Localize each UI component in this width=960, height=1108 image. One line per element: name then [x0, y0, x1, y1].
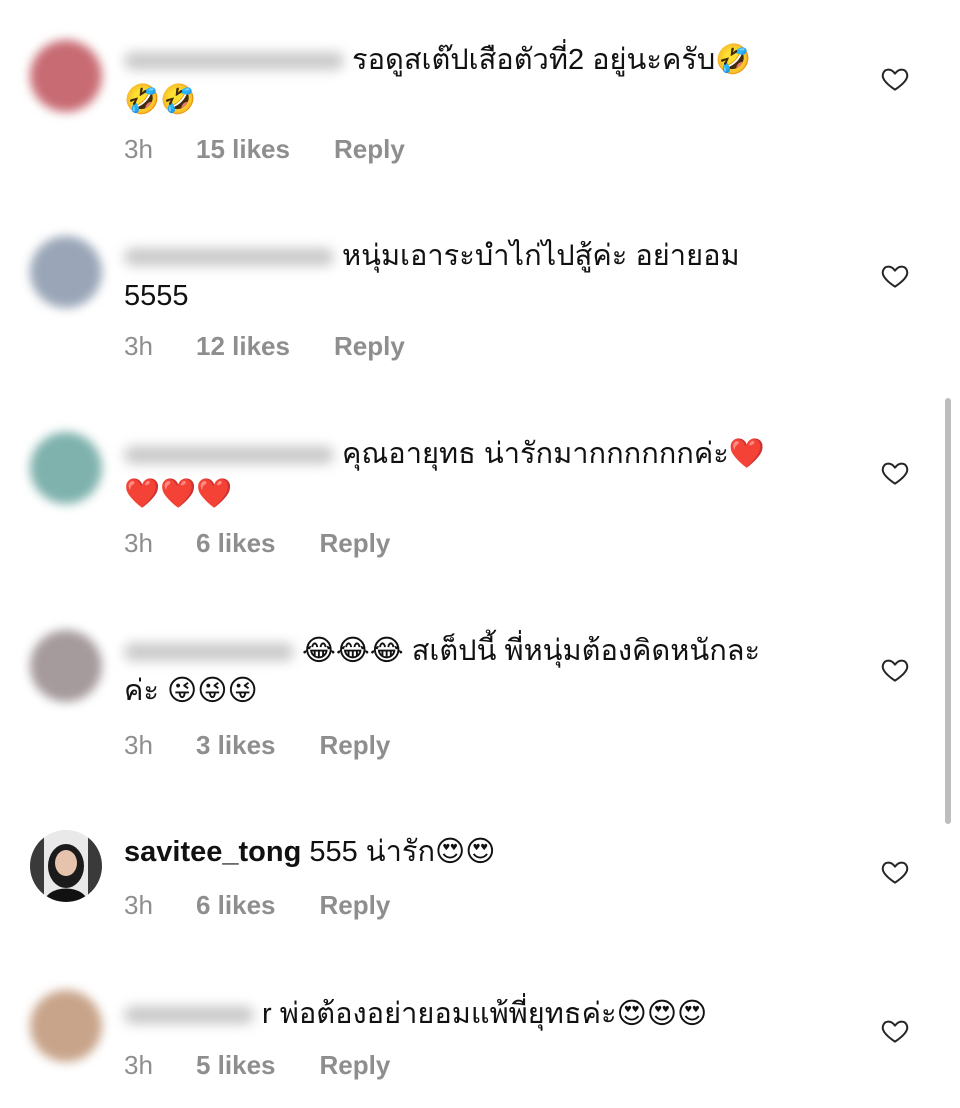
comment-likes[interactable]: 6 likes — [196, 890, 276, 921]
comment-time: 3h — [124, 528, 153, 558]
avatar[interactable] — [30, 236, 102, 308]
comment-text-continued: ค่ะ 😜😜😜 — [124, 675, 258, 707]
heart-outline-icon[interactable] — [880, 261, 910, 291]
username[interactable]: savitee_tong — [124, 836, 301, 868]
comment-meta: 3h 6 likes Reply — [124, 528, 390, 559]
comment-time: 3h — [124, 730, 153, 760]
username-blurred[interactable] — [124, 1006, 254, 1025]
comment-time: 3h — [124, 134, 153, 164]
comment-meta: 3h 15 likes Reply — [124, 134, 405, 165]
scrollbar[interactable] — [945, 398, 951, 824]
avatar[interactable] — [30, 990, 102, 1062]
heart-outline-icon[interactable] — [880, 857, 910, 887]
avatar[interactable] — [30, 40, 102, 112]
reply-button[interactable]: Reply — [320, 1050, 391, 1081]
username-blurred[interactable] — [124, 52, 344, 71]
comment-likes[interactable]: 5 likes — [196, 1050, 276, 1081]
comment-text: หนุ่มเอาระบำไก่ไปสู้ค่ะ อย่ายอม — [342, 240, 740, 272]
reply-button[interactable]: Reply — [334, 331, 405, 362]
comment-time: 3h — [124, 890, 153, 920]
heart-outline-icon[interactable] — [880, 458, 910, 488]
comment-body: หนุ่มเอาระบำไก่ไปสู้ค่ะ อย่ายอม 5555 — [124, 236, 814, 316]
comment-text: 555 น่ารัก😍😍 — [309, 836, 496, 868]
comment-time: 3h — [124, 331, 153, 361]
comment-meta: 3h 6 likes Reply — [124, 890, 390, 921]
comment-likes[interactable]: 15 likes — [196, 134, 290, 165]
avatar[interactable] — [30, 830, 102, 902]
comment-time: 3h — [124, 1050, 153, 1080]
comment-likes[interactable]: 12 likes — [196, 331, 290, 362]
avatar[interactable] — [30, 630, 102, 702]
reply-button[interactable]: Reply — [320, 890, 391, 921]
comment-body: r พ่อต้องอย่ายอมแพ้พี่ยุทธค่ะ😍😍😍 — [124, 994, 814, 1034]
comment-text-continued: ❤️❤️❤️ — [124, 478, 233, 510]
comment-body: รอดูสเต๊ปเสือตัวที่2 อยู่นะครับ🤣 🤣🤣 — [124, 40, 814, 120]
comment-meta: 3h 12 likes Reply — [124, 331, 405, 362]
comment-likes[interactable]: 3 likes — [196, 730, 276, 761]
comment-text-continued: 🤣🤣 — [124, 84, 197, 116]
comment-text: คุณอายุทธ น่ารักมากกกกกกค่ะ❤️ — [342, 438, 765, 470]
comment-likes[interactable]: 6 likes — [196, 528, 276, 559]
comment-body: คุณอายุทธ น่ารักมากกกกกกค่ะ❤️ ❤️❤️❤️ — [124, 434, 814, 514]
comment-meta: 3h 5 likes Reply — [124, 1050, 390, 1081]
username-blurred[interactable] — [124, 446, 334, 465]
heart-outline-icon[interactable] — [880, 655, 910, 685]
comment-meta: 3h 3 likes Reply — [124, 730, 390, 761]
reply-button[interactable]: Reply — [334, 134, 405, 165]
comment-body: savitee_tong 555 น่ารัก😍😍 — [124, 832, 814, 872]
reply-button[interactable]: Reply — [320, 730, 391, 761]
comment-text: r พ่อต้องอย่ายอมแพ้พี่ยุทธค่ะ😍😍😍 — [262, 998, 708, 1030]
avatar[interactable] — [30, 432, 102, 504]
avatar-photo — [30, 830, 102, 902]
username-blurred[interactable] — [124, 643, 294, 662]
comment-text-continued: 5555 — [124, 280, 189, 312]
heart-outline-icon[interactable] — [880, 1016, 910, 1046]
heart-outline-icon[interactable] — [880, 64, 910, 94]
username-blurred[interactable] — [124, 248, 334, 267]
comment-text: รอดูสเต๊ปเสือตัวที่2 อยู่นะครับ🤣 — [352, 44, 752, 76]
comment-text: 😂😂😂 สเต็ปนี้ พี่หนุ่มต้องคิดหนักละ — [302, 635, 761, 667]
comment-body: 😂😂😂 สเต็ปนี้ พี่หนุ่มต้องคิดหนักละ ค่ะ 😜… — [124, 631, 814, 711]
reply-button[interactable]: Reply — [320, 528, 391, 559]
